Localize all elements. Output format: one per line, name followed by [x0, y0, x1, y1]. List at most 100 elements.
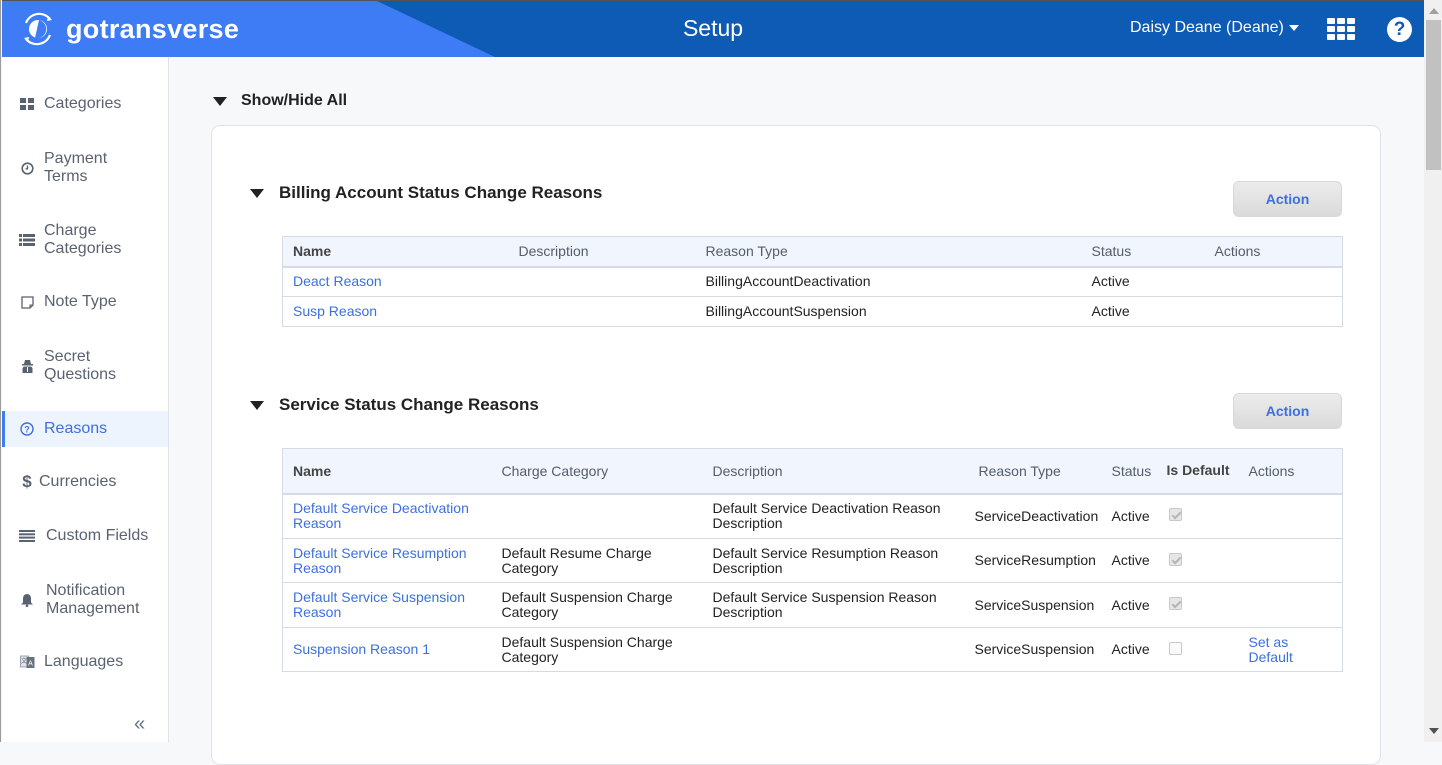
app-launcher-grid-icon[interactable]	[1327, 18, 1355, 40]
table-header-row: Name Charge Category Description Reason …	[282, 448, 1343, 495]
is-default-checkbox[interactable]	[1168, 641, 1182, 655]
scroll-thumb[interactable]	[1426, 20, 1441, 170]
sidebar-item-custom-fields[interactable]: Custom Fields	[2, 525, 168, 547]
sidebar-item-label: Custom Fields	[46, 527, 149, 544]
reason-description: Default Service Resumption Reason Descri…	[702, 538, 969, 583]
reason-name-link[interactable]: Default Service Resumption Reason	[293, 545, 467, 576]
reason-charge-category: Default Resume Charge Category	[491, 538, 703, 583]
show-hide-all-label: Show/Hide All	[241, 92, 348, 109]
reason-type: ServiceSuspension	[968, 582, 1106, 628]
column-header-description[interactable]: Description	[702, 448, 969, 495]
spy-icon	[19, 359, 35, 373]
table-row: Deact Reason BillingAccountDeactivation …	[282, 266, 1343, 297]
reason-actions	[1204, 266, 1343, 297]
sidebar-item-label: Categories	[44, 95, 122, 112]
sidebar-item-notification-management[interactable]: Notification Management	[2, 581, 168, 619]
column-header-description[interactable]: Description	[508, 236, 696, 268]
reason-status: Active	[1105, 538, 1163, 583]
section-title: Service Status Change Reasons	[279, 395, 539, 414]
table-row: Default Service Deactivation Reason Defa…	[282, 493, 1343, 539]
sidebar-item-label: Currencies	[39, 473, 117, 490]
sidebar-item-note-type[interactable]: Note Type	[2, 291, 168, 313]
column-header-is-default[interactable]: Is Default	[1162, 448, 1239, 495]
scroll-up-arrow-icon[interactable]	[1429, 8, 1439, 14]
sidebar-item-currencies[interactable]: $ Currencies	[2, 471, 168, 493]
list-icon	[19, 234, 35, 246]
sidebar-item-label: Charge Categories	[44, 222, 122, 257]
bell-icon	[19, 593, 35, 607]
column-header-charge-category[interactable]: Charge Category	[491, 448, 703, 495]
sidebar-item-charge-categories[interactable]: Charge Categories	[2, 221, 168, 259]
language-icon: A文	[19, 655, 35, 669]
clock-icon	[19, 161, 35, 175]
table-row: Susp Reason BillingAccountSuspension Act…	[282, 296, 1343, 327]
column-header-actions: Actions	[1204, 236, 1343, 268]
sidebar-item-label: Reasons	[44, 420, 108, 437]
service-status-action-button[interactable]: Action	[1233, 393, 1342, 429]
scroll-down-arrow-icon[interactable]	[1429, 728, 1439, 734]
sidebar-item-label: Languages	[44, 653, 124, 670]
column-header-actions: Actions	[1238, 448, 1343, 495]
sidebar-item-languages[interactable]: A文 Languages	[2, 651, 168, 673]
section-title: Billing Account Status Change Reasons	[279, 183, 603, 202]
column-header-status[interactable]: Status	[1081, 236, 1205, 268]
column-header-reason-type[interactable]: Reason Type	[695, 236, 1082, 268]
sidebar-item-payment-terms[interactable]: Payment Terms	[2, 149, 168, 187]
sidebar-item-secret-questions[interactable]: Secret Questions	[2, 347, 168, 385]
set-as-default-link[interactable]: Set as Default	[1249, 634, 1293, 665]
caret-down-icon	[213, 96, 227, 106]
caret-down-icon	[250, 188, 264, 198]
gotransverse-logo-icon	[24, 12, 52, 46]
column-header-name[interactable]: Name	[282, 236, 509, 268]
column-header-name[interactable]: Name	[282, 448, 492, 495]
reason-charge-category	[491, 493, 703, 539]
reason-type: ServiceResumption	[968, 538, 1106, 583]
reason-name-link[interactable]: Default Service Suspension Reason	[293, 589, 465, 620]
reason-description	[508, 266, 696, 297]
sidebar-item-reasons[interactable]: ? Reasons	[2, 411, 168, 447]
caret-down-icon	[250, 400, 264, 410]
table-row: Default Service Resumption Reason Defaul…	[282, 538, 1343, 583]
is-default-checkbox	[1168, 552, 1182, 566]
sidebar-item-categories[interactable]: Categories	[2, 93, 168, 115]
page-scrollbar[interactable]	[1424, 0, 1442, 742]
reason-type: BillingAccountSuspension	[695, 296, 1082, 327]
reason-name-link[interactable]: Deact Reason	[293, 273, 382, 289]
reason-description: Default Service Suspension Reason Descri…	[702, 582, 969, 628]
brand-logo-link[interactable]: gotransverse	[20, 11, 239, 47]
reason-status: Active	[1105, 582, 1163, 628]
reason-actions	[1238, 538, 1343, 583]
sidebar-item-label: Payment Terms	[44, 150, 108, 185]
section-service-status-toggle[interactable]: Service Status Change Reasons	[250, 395, 539, 415]
sidebar-item-label: Note Type	[44, 293, 117, 310]
show-hide-all-toggle[interactable]: Show/Hide All	[213, 92, 347, 110]
user-menu[interactable]: Daisy Deane (Deane)	[1130, 19, 1299, 37]
column-header-reason-type[interactable]: Reason Type	[968, 448, 1106, 495]
reason-name-link[interactable]: Suspension Reason 1	[293, 641, 430, 657]
grid-icon	[19, 98, 35, 110]
table-row: Suspension Reason 1 Default Suspension C…	[282, 627, 1343, 672]
reason-status: Active	[1081, 296, 1205, 327]
brand-name: gotransverse	[66, 13, 240, 44]
collapse-sidebar-button[interactable]: «	[134, 713, 145, 736]
page-title: Setup	[682, 15, 744, 41]
reason-status: Active	[1105, 627, 1163, 672]
section-billing-account-toggle[interactable]: Billing Account Status Change Reasons	[250, 183, 602, 203]
reason-type: ServiceDeactivation	[968, 493, 1106, 539]
help-icon[interactable]: ?	[1387, 17, 1412, 42]
sidebar-item-label: Notification Management	[46, 582, 140, 617]
chevron-down-icon	[1288, 25, 1299, 31]
top-header: gotransverse Setup Daisy Deane (Deane) ?	[2, 0, 1424, 57]
reason-name-link[interactable]: Default Service Deactivation Reason	[293, 500, 469, 531]
reason-type: BillingAccountDeactivation	[695, 266, 1082, 297]
sidebar-item-label: Secret Questions	[44, 348, 117, 383]
column-header-status[interactable]: Status	[1105, 448, 1163, 495]
question-circle-icon: ?	[19, 422, 35, 436]
dollar-icon: $	[22, 472, 32, 491]
reason-name-link[interactable]: Susp Reason	[293, 303, 377, 319]
svg-text:?: ?	[24, 425, 30, 435]
user-name: Daisy Deane (Deane)	[1130, 19, 1284, 36]
reason-status: Active	[1105, 493, 1163, 539]
billing-account-action-button[interactable]: Action	[1233, 181, 1342, 217]
lines-icon	[19, 530, 35, 542]
